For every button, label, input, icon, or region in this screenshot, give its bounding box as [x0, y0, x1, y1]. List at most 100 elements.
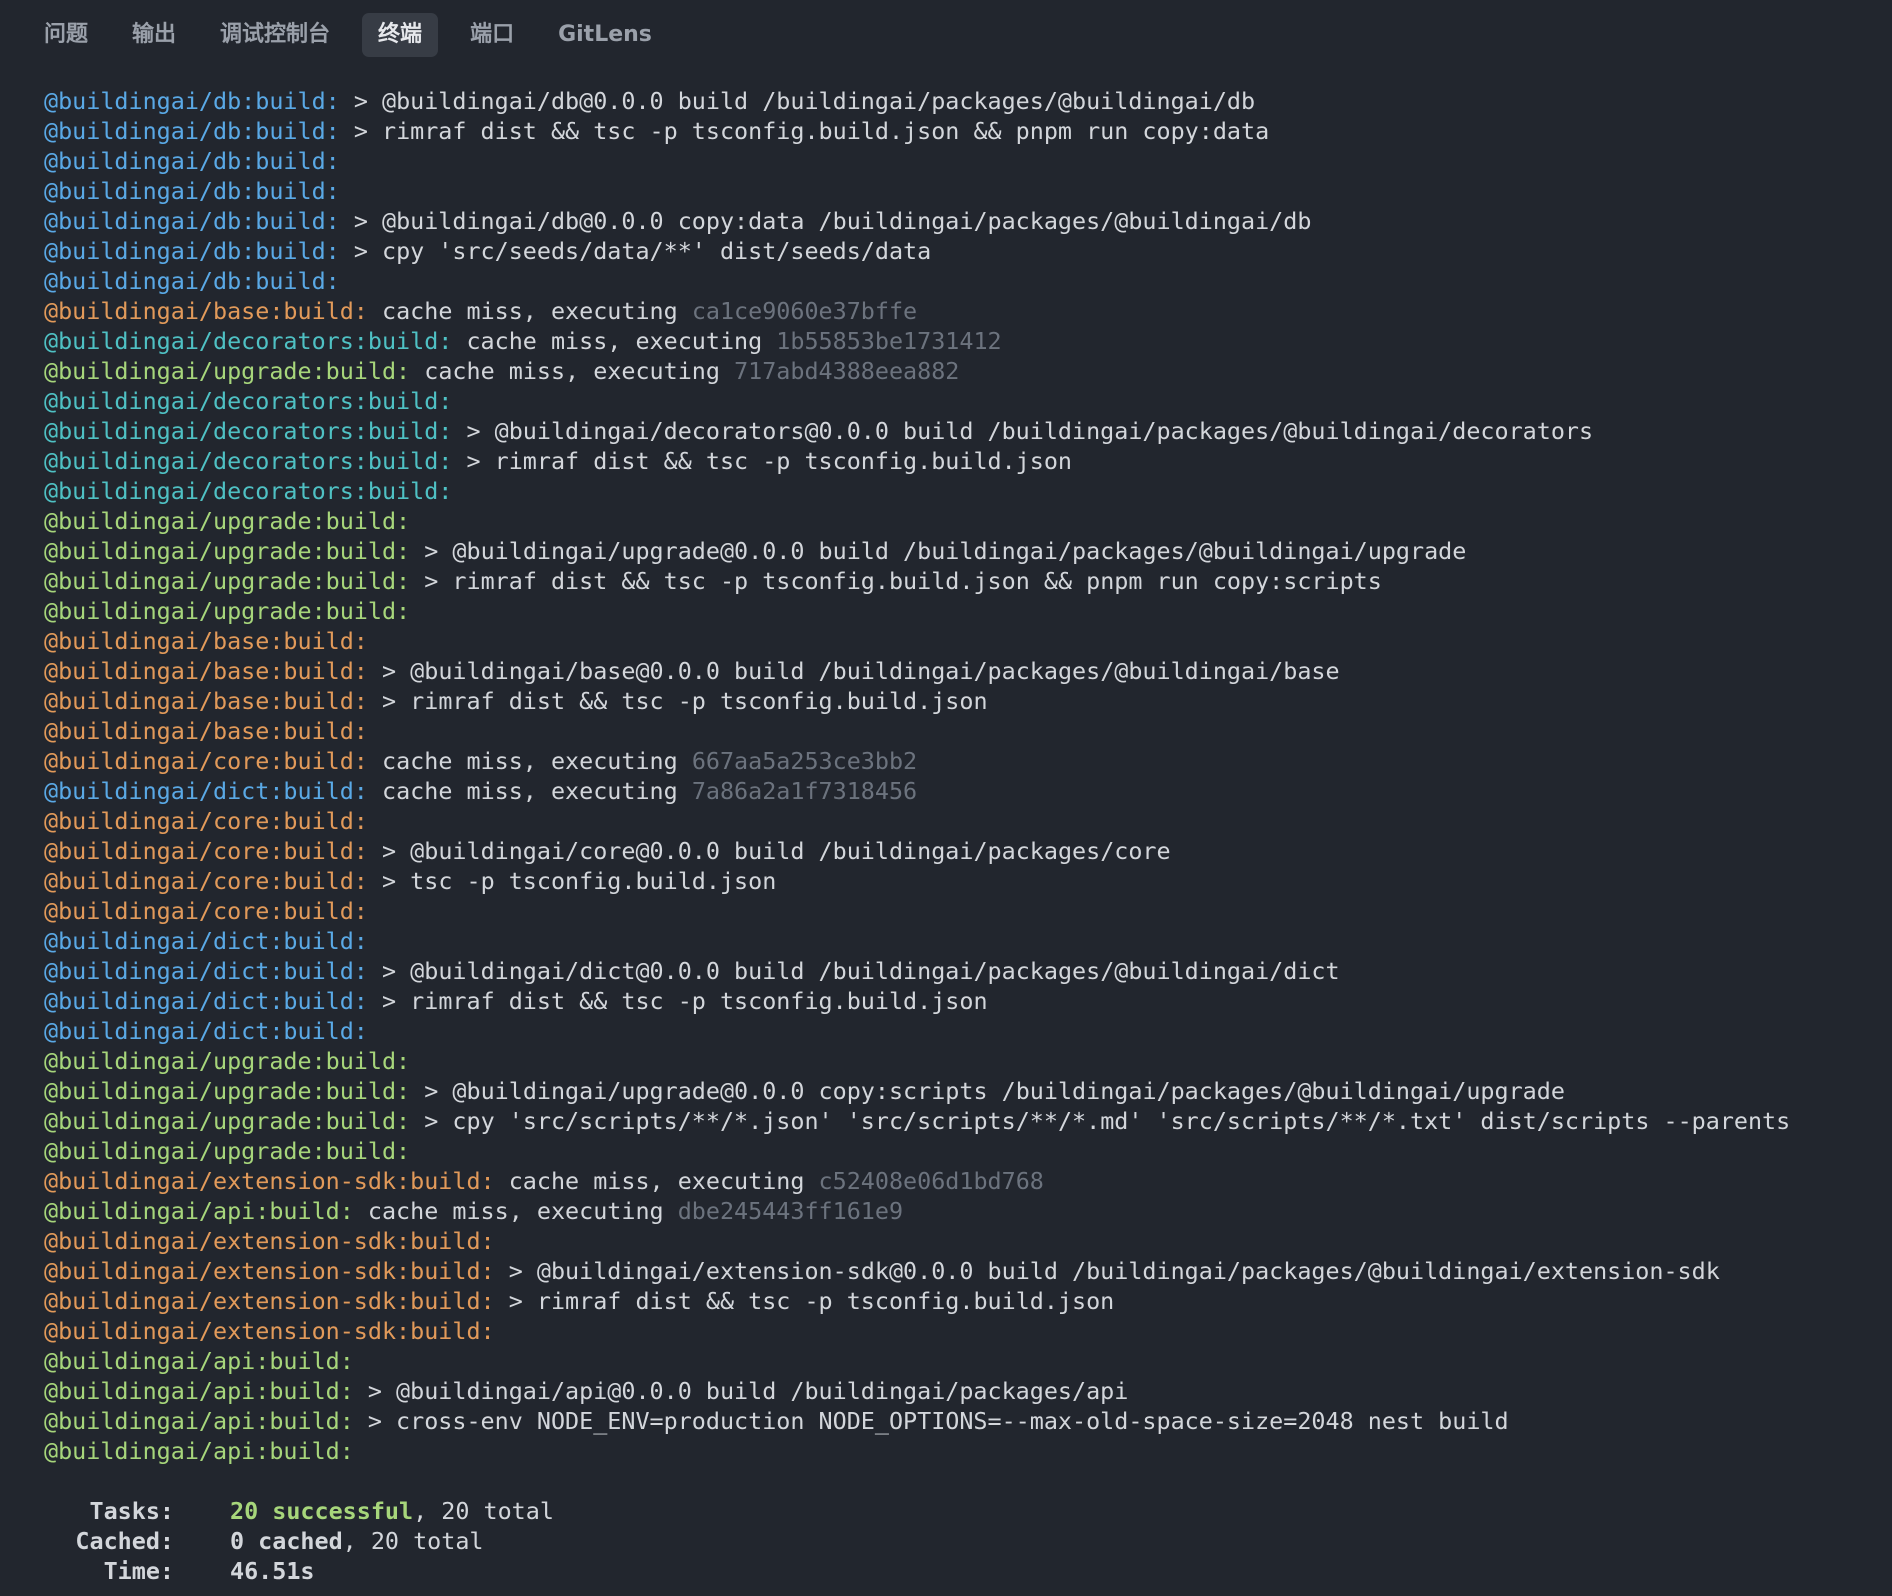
- line-text: cache miss, executing: [353, 1197, 678, 1225]
- cache-hash: 717abd4388eea882: [734, 357, 960, 385]
- task-prefix: @buildingai/core:build:: [44, 807, 368, 835]
- tab-gitlens[interactable]: GitLens: [558, 13, 652, 57]
- terminal-line: @buildingai/core:build:: [44, 896, 1884, 926]
- terminal-line: @buildingai/core:build:: [44, 806, 1884, 836]
- tab-terminal[interactable]: 终端: [362, 13, 439, 57]
- terminal-line: @buildingai/upgrade:build: > rimraf dist…: [44, 566, 1884, 596]
- line-text: > rimraf dist && tsc -p tsconfig.build.j…: [494, 1287, 1115, 1315]
- terminal-line: @buildingai/dict:build: > @buildingai/di…: [44, 956, 1884, 986]
- line-text: cache miss, executing: [367, 747, 692, 775]
- task-prefix: @buildingai/extension-sdk:build:: [44, 1257, 495, 1285]
- task-prefix: @buildingai/base:build:: [44, 657, 368, 685]
- line-text: > rimraf dist && tsc -p tsconfig.build.j…: [339, 117, 1270, 145]
- time-value: 46.51s: [230, 1557, 315, 1585]
- line-text: > rimraf dist && tsc -p tsconfig.build.j…: [452, 447, 1073, 475]
- task-prefix: @buildingai/core:build:: [44, 897, 368, 925]
- summary-cached: Cached: 0 cached, 20 total: [44, 1526, 1884, 1556]
- task-prefix: @buildingai/dict:build:: [44, 1017, 368, 1045]
- line-text: > tsc -p tsconfig.build.json: [367, 867, 777, 895]
- terminal-line: @buildingai/upgrade:build: cache miss, e…: [44, 356, 1884, 386]
- task-prefix: @buildingai/decorators:build:: [44, 447, 453, 475]
- task-prefix: @buildingai/decorators:build:: [44, 477, 453, 505]
- terminal-line: @buildingai/api:build: > cross-env NODE_…: [44, 1406, 1884, 1436]
- task-prefix: @buildingai/dict:build:: [44, 987, 368, 1015]
- terminal-line: @buildingai/db:build:: [44, 146, 1884, 176]
- terminal-line: @buildingai/decorators:build:: [44, 386, 1884, 416]
- terminal-line: @buildingai/dict:build: cache miss, exec…: [44, 776, 1884, 806]
- terminal-line: @buildingai/core:build: > @buildingai/co…: [44, 836, 1884, 866]
- terminal-line: @buildingai/db:build: > rimraf dist && t…: [44, 116, 1884, 146]
- terminal-line: @buildingai/decorators:build: cache miss…: [44, 326, 1884, 356]
- task-prefix: @buildingai/api:build:: [44, 1437, 354, 1465]
- tab-ports[interactable]: 端口: [470, 13, 514, 57]
- terminal-line: @buildingai/extension-sdk:build: > @buil…: [44, 1256, 1884, 1286]
- line-text: > @buildingai/base@0.0.0 build /building…: [367, 657, 1340, 685]
- task-prefix: @buildingai/core:build:: [44, 747, 368, 775]
- build-summary: Tasks: 20 successful, 20 total Cached: 0 c…: [44, 1496, 1884, 1586]
- task-prefix: @buildingai/decorators:build:: [44, 327, 453, 355]
- line-text: > cpy 'src/seeds/data/**' dist/seeds/dat…: [339, 237, 932, 265]
- tab-debug-console[interactable]: 调试控制台: [220, 13, 330, 57]
- line-text: > @buildingai/api@0.0.0 build /buildinga…: [353, 1377, 1129, 1405]
- terminal-line: @buildingai/db:build:: [44, 176, 1884, 206]
- line-text: > @buildingai/core@0.0.0 build /building…: [367, 837, 1171, 865]
- tasks-total: , 20 total: [413, 1497, 554, 1525]
- line-text: > @buildingai/decorators@0.0.0 build /bu…: [452, 417, 1594, 445]
- task-prefix: @buildingai/db:build:: [44, 267, 340, 295]
- task-prefix: @buildingai/db:build:: [44, 147, 340, 175]
- terminal-line: @buildingai/base:build:: [44, 626, 1884, 656]
- terminal-line: @buildingai/api:build:: [44, 1346, 1884, 1376]
- task-prefix: @buildingai/extension-sdk:build:: [44, 1317, 495, 1345]
- cache-hash: 667aa5a253ce3bb2: [691, 747, 918, 775]
- summary-time: Time: 46.51s: [44, 1556, 1884, 1586]
- terminal-line: @buildingai/decorators:build: > @buildin…: [44, 416, 1884, 446]
- terminal-line: @buildingai/upgrade:build: > @buildingai…: [44, 536, 1884, 566]
- cache-hash: dbe245443ff161e9: [677, 1197, 904, 1225]
- cache-hash: 1b55853be1731412: [776, 327, 1002, 355]
- terminal-line: @buildingai/upgrade:build: > @buildingai…: [44, 1076, 1884, 1106]
- line-text: cache miss, executing: [452, 327, 777, 355]
- line-text: > @buildingai/db@0.0.0 copy:data /buildi…: [339, 207, 1312, 235]
- tasks-label: Tasks:: [89, 1497, 175, 1525]
- cache-hash: 7a86a2a1f7318456: [691, 777, 918, 805]
- terminal-line: @buildingai/upgrade:build:: [44, 506, 1884, 536]
- task-prefix: @buildingai/dict:build:: [44, 927, 368, 955]
- line-text: > @buildingai/upgrade@0.0.0 copy:scripts…: [410, 1077, 1565, 1105]
- cache-hash: ca1ce9060e37bffe: [691, 297, 918, 325]
- terminal-output[interactable]: @buildingai/db:build: > @buildingai/db@0…: [44, 86, 1884, 1586]
- task-prefix: @buildingai/api:build:: [44, 1197, 354, 1225]
- terminal-line: @buildingai/api:build: cache miss, execu…: [44, 1196, 1884, 1226]
- terminal-line: @buildingai/upgrade:build:: [44, 1046, 1884, 1076]
- terminal-line: @buildingai/api:build:: [44, 1436, 1884, 1466]
- terminal-line: @buildingai/db:build: > @buildingai/db@0…: [44, 86, 1884, 116]
- task-prefix: @buildingai/base:build:: [44, 717, 368, 745]
- line-text: > cross-env NODE_ENV=production NODE_OPT…: [353, 1407, 1509, 1435]
- line-text: > @buildingai/db@0.0.0 build /buildingai…: [339, 87, 1256, 115]
- tab-problems[interactable]: 问题: [44, 13, 88, 57]
- task-prefix: @buildingai/extension-sdk:build:: [44, 1167, 495, 1195]
- terminal-line: @buildingai/db:build:: [44, 266, 1884, 296]
- task-prefix: @buildingai/upgrade:build:: [44, 507, 411, 535]
- line-text: > rimraf dist && tsc -p tsconfig.build.j…: [367, 987, 988, 1015]
- terminal-line: @buildingai/dict:build: > rimraf dist &&…: [44, 986, 1884, 1016]
- terminal-line: @buildingai/extension-sdk:build: > rimra…: [44, 1286, 1884, 1316]
- terminal-line: @buildingai/upgrade:build:: [44, 596, 1884, 626]
- terminal-line: @buildingai/extension-sdk:build: cache m…: [44, 1166, 1884, 1196]
- task-prefix: @buildingai/upgrade:build:: [44, 597, 411, 625]
- terminal-line: @buildingai/base:build: cache miss, exec…: [44, 296, 1884, 326]
- line-text: > @buildingai/extension-sdk@0.0.0 build …: [494, 1257, 1720, 1285]
- line-text: cache miss, executing: [367, 777, 692, 805]
- terminal-line: @buildingai/extension-sdk:build:: [44, 1316, 1884, 1346]
- task-prefix: @buildingai/upgrade:build:: [44, 1077, 411, 1105]
- task-prefix: @buildingai/api:build:: [44, 1377, 354, 1405]
- line-text: cache miss, executing: [494, 1167, 819, 1195]
- task-prefix: @buildingai/db:build:: [44, 177, 340, 205]
- line-text: cache miss, executing: [410, 357, 735, 385]
- tab-output[interactable]: 输出: [132, 13, 176, 57]
- task-prefix: @buildingai/dict:build:: [44, 957, 368, 985]
- task-prefix: @buildingai/upgrade:build:: [44, 1137, 411, 1165]
- task-prefix: @buildingai/db:build:: [44, 237, 340, 265]
- terminal-log: @buildingai/db:build: > @buildingai/db@0…: [44, 86, 1884, 1466]
- task-prefix: @buildingai/decorators:build:: [44, 387, 453, 415]
